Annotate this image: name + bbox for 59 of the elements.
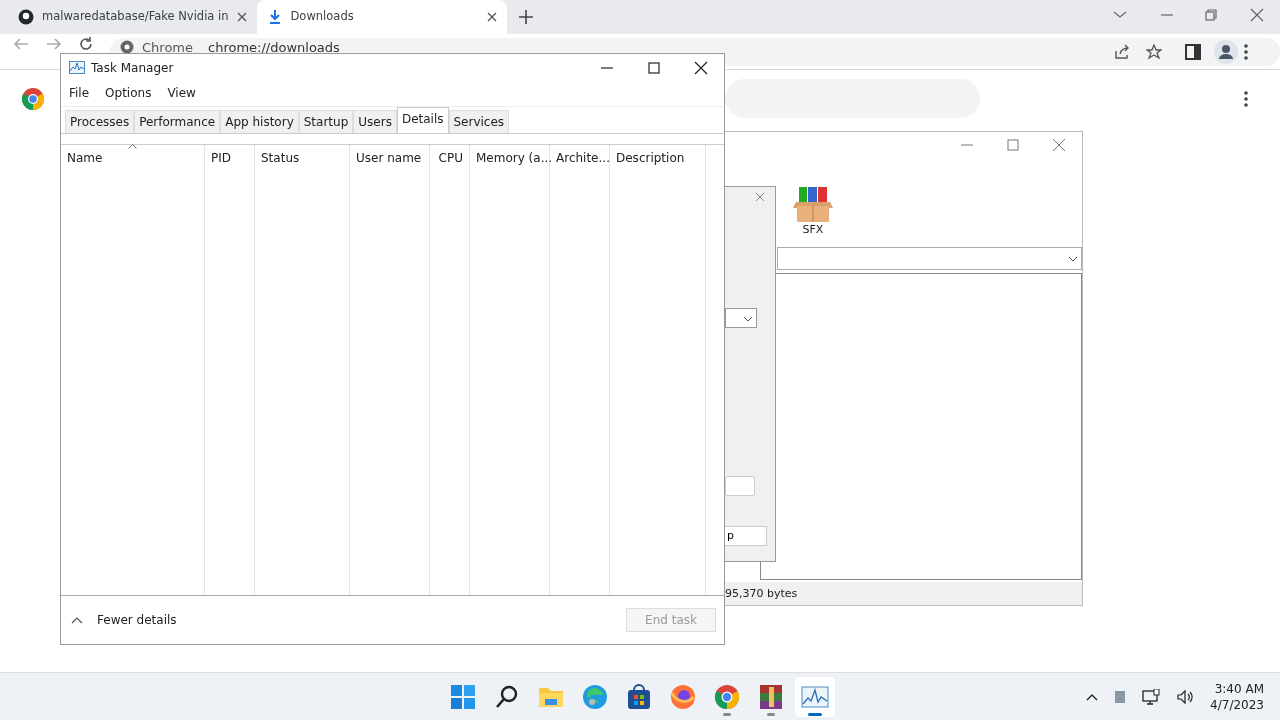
tab[interactable]: Users xyxy=(353,110,397,133)
chart-icon xyxy=(69,61,85,74)
share-icon[interactable] xyxy=(1113,44,1129,60)
close-icon[interactable] xyxy=(236,12,247,22)
column-header[interactable]: CPU xyxy=(438,149,463,167)
tab[interactable]: Startup xyxy=(298,110,354,133)
url-text[interactable]: chrome://downloads xyxy=(208,41,340,54)
input-field[interactable] xyxy=(725,476,755,496)
clock-date[interactable]: 4/7/2023 xyxy=(1210,696,1264,713)
chrome-logo-icon xyxy=(21,87,45,111)
window-title: Task Manager xyxy=(91,59,175,77)
search-field[interactable] xyxy=(725,79,980,118)
store-icon xyxy=(625,682,653,711)
archive-icon xyxy=(757,682,785,711)
more-icon[interactable] xyxy=(1244,44,1248,60)
avatar-icon[interactable] xyxy=(1214,40,1238,64)
browser-tab[interactable]: malwaredatabase/Fake Nvidia in xyxy=(8,0,257,34)
dialog-button[interactable]: p xyxy=(725,526,767,546)
clock-time[interactable]: 3:40 AM xyxy=(1214,680,1264,697)
star-icon[interactable] xyxy=(1146,44,1162,60)
column-header[interactable]: Description xyxy=(616,149,685,167)
chevron-up-icon[interactable] xyxy=(1086,692,1099,701)
tab[interactable]: Processes xyxy=(65,110,135,133)
chevron-down-icon xyxy=(743,316,753,322)
dropdown[interactable] xyxy=(725,308,757,328)
chevron-up-icon xyxy=(71,616,83,624)
new-tab-icon[interactable] xyxy=(518,10,533,24)
tab[interactable]: Performance xyxy=(134,110,221,133)
fewer-details-toggle[interactable]: Fewer details xyxy=(69,611,177,629)
status-text: 95,370 bytes xyxy=(725,587,798,600)
network-icon[interactable] xyxy=(1142,688,1161,705)
menu-item[interactable]: View xyxy=(167,84,196,102)
menu-item[interactable]: File xyxy=(69,84,90,102)
tab[interactable]: Services xyxy=(448,110,510,133)
reload-icon[interactable] xyxy=(78,36,94,52)
column-header[interactable]: Memory (a... xyxy=(476,149,553,167)
windows-icon xyxy=(449,682,477,711)
column-header[interactable]: PID xyxy=(211,149,231,167)
volume-icon[interactable] xyxy=(1176,688,1195,705)
side-panel-icon[interactable] xyxy=(1185,44,1201,60)
menu-item[interactable]: Options xyxy=(105,84,152,102)
column-header[interactable]: User name xyxy=(356,149,422,167)
sfx-button[interactable]: SFX xyxy=(790,186,836,239)
restore-icon[interactable] xyxy=(1204,8,1218,22)
column-header[interactable]: Archite... xyxy=(556,149,610,167)
firefox-icon xyxy=(669,682,697,711)
square-icon[interactable] xyxy=(1114,689,1127,704)
column-header[interactable]: Status xyxy=(261,149,300,167)
site-label: Chrome xyxy=(142,41,193,54)
close-icon[interactable] xyxy=(694,60,708,75)
tab[interactable]: Details xyxy=(396,107,449,133)
box-icon xyxy=(793,186,833,222)
column-header[interactable]: Name xyxy=(67,149,103,167)
tab[interactable]: App history xyxy=(220,110,299,133)
chevron-down-icon xyxy=(1068,256,1078,262)
browser-tab[interactable]: Downloads xyxy=(256,0,507,34)
more-icon[interactable] xyxy=(1244,91,1248,107)
close-icon[interactable] xyxy=(486,12,497,22)
maximize-icon[interactable] xyxy=(647,60,661,75)
